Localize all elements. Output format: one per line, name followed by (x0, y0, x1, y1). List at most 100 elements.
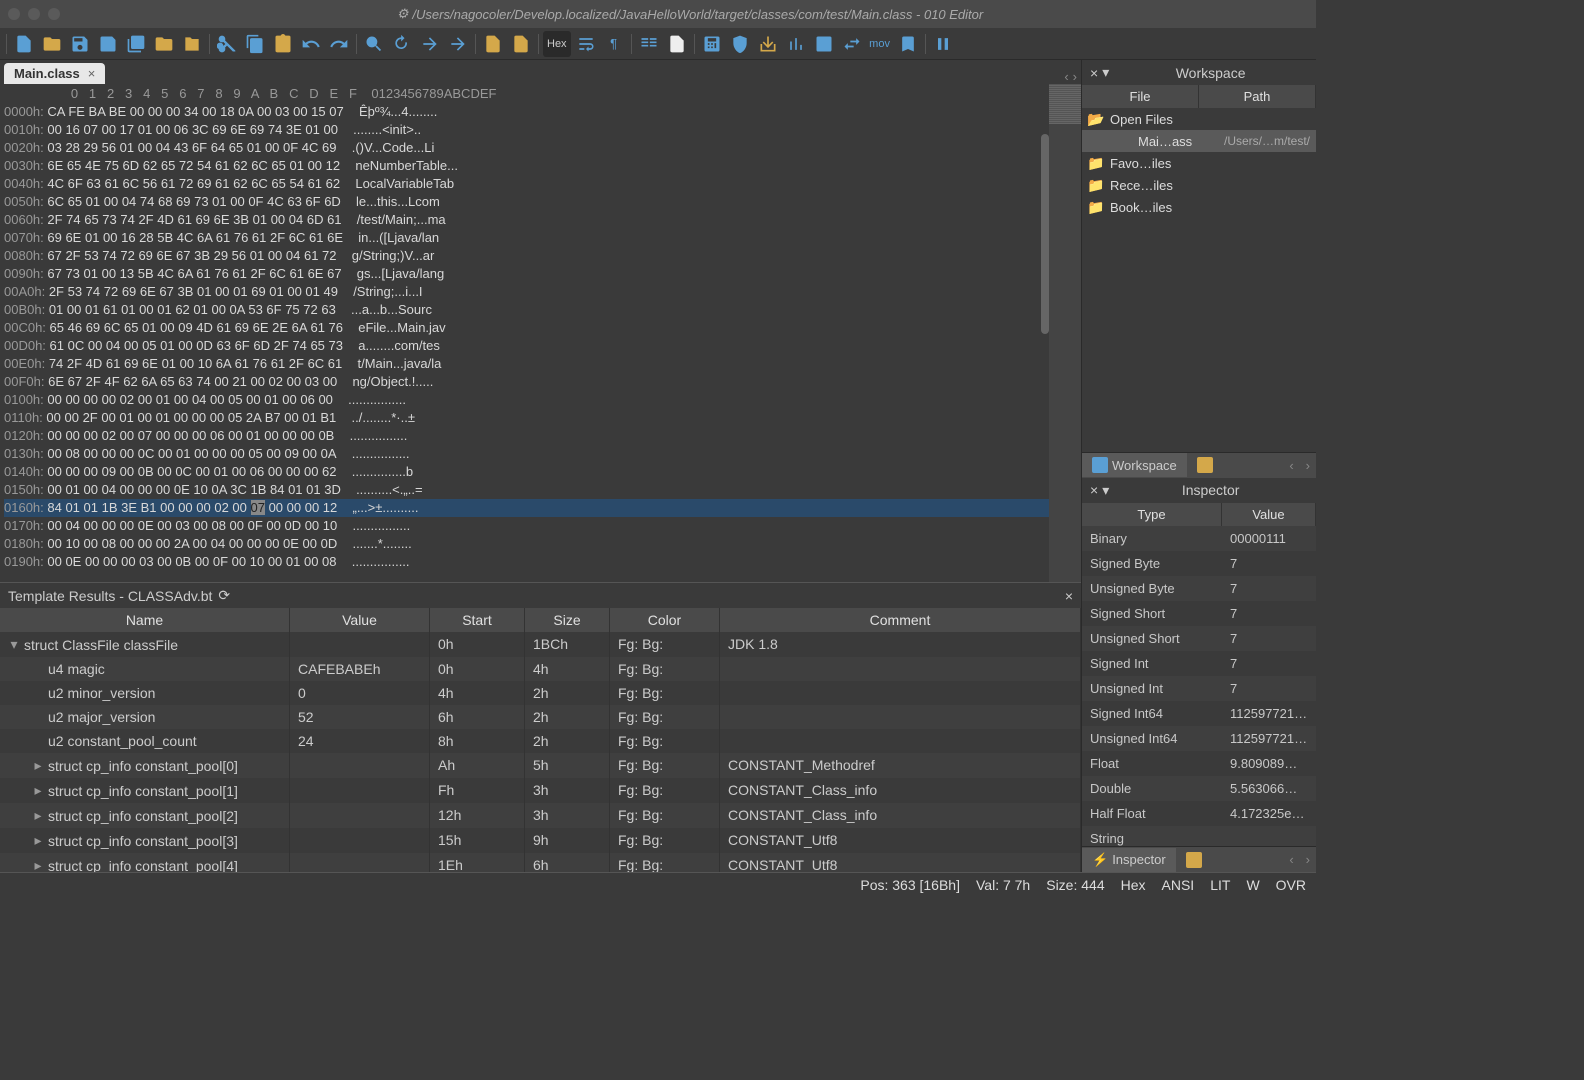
status-size[interactable]: Size: 444 (1046, 877, 1104, 893)
tree-toggle[interactable]: ▸ (32, 857, 44, 872)
hex-row[interactable]: 00D0h: 61 0C 00 04 00 05 01 00 0D 63 6F … (4, 337, 1077, 355)
hex-row[interactable]: 0090h: 67 73 01 00 13 5B 4C 6A 61 76 61 … (4, 265, 1077, 283)
hex-row[interactable]: 00A0h: 2F 53 74 72 69 6E 67 3B 01 00 01 … (4, 283, 1077, 301)
template-row[interactable]: u2 minor_version04h2hFg: Bg: (0, 681, 1081, 705)
redo-button[interactable] (326, 31, 352, 57)
hex-row[interactable]: 0030h: 6E 65 4E 75 6D 62 65 72 54 61 62 … (4, 157, 1077, 175)
goto-next-button[interactable] (445, 31, 471, 57)
inspector-row[interactable]: String (1082, 826, 1316, 847)
hex-row[interactable]: 0080h: 67 2F 53 74 72 69 6E 67 3B 29 56 … (4, 247, 1077, 265)
tree-toggle[interactable]: ▸ (32, 832, 44, 849)
workspace-item[interactable]: 📁Favo…iles (1082, 152, 1316, 174)
close-file-button[interactable] (179, 31, 205, 57)
hex-row[interactable]: 0020h: 03 28 29 56 01 00 04 43 6F 64 65 … (4, 139, 1077, 157)
insp-tabs-next[interactable]: › (1300, 852, 1316, 867)
inspector-row[interactable]: Signed Int64112597721… (1082, 701, 1316, 726)
hex-row[interactable]: 0060h: 2F 74 65 73 74 2F 4D 61 69 6E 3B … (4, 211, 1077, 229)
insp-col-type[interactable]: Type (1082, 503, 1222, 526)
template-row[interactable]: ▸struct cp_info constant_pool[1]Fh3hFg: … (0, 778, 1081, 803)
inspector-row[interactable]: Signed Byte7 (1082, 551, 1316, 576)
hex-row[interactable]: 00F0h: 6E 67 2F 4F 62 6A 65 63 74 00 21 … (4, 373, 1077, 391)
col-name[interactable]: Name (0, 608, 290, 632)
workspace-close-icon[interactable]: × (1086, 65, 1102, 81)
hex-row[interactable]: 0100h: 00 00 00 00 02 00 01 00 04 00 05 … (4, 391, 1077, 409)
export-button[interactable] (755, 31, 781, 57)
panel-tabs-prev[interactable]: ‹ (1283, 458, 1299, 473)
hex-row[interactable]: 0180h: 00 10 00 08 00 00 00 2A 00 04 00 … (4, 535, 1077, 553)
inspector-tab[interactable]: ⚡ Inspector (1082, 848, 1176, 872)
inspector-row[interactable]: Signed Short7 (1082, 601, 1316, 626)
hex-row[interactable]: 0050h: 6C 65 01 00 04 74 68 69 73 01 00 … (4, 193, 1077, 211)
status-val[interactable]: Val: 7 7h (976, 877, 1030, 893)
pause-button[interactable] (930, 31, 956, 57)
save-button[interactable] (67, 31, 93, 57)
workspace-item[interactable]: 📂Open Files (1082, 108, 1316, 130)
hex-row[interactable]: 0140h: 00 00 00 09 00 0B 00 0C 00 01 00 … (4, 463, 1077, 481)
insp-col-value[interactable]: Value (1222, 503, 1316, 526)
hex-row[interactable]: 0170h: 00 04 00 00 00 0E 00 03 00 08 00 … (4, 517, 1077, 535)
tab-close-icon[interactable]: × (88, 66, 96, 81)
inspector-close-icon[interactable]: × (1086, 482, 1102, 498)
open-file-button[interactable] (39, 31, 65, 57)
ws-col-file[interactable]: File (1082, 85, 1199, 108)
inspector-row[interactable]: Unsigned Int7 (1082, 676, 1316, 701)
tree-toggle[interactable]: ▸ (32, 757, 44, 774)
hex-row[interactable]: 0190h: 00 0E 00 00 00 03 00 0B 00 0F 00 … (4, 553, 1077, 571)
hex-row[interactable]: 0040h: 4C 6F 63 61 6C 56 61 72 69 61 62 … (4, 175, 1077, 193)
variables-tab[interactable] (1176, 848, 1212, 872)
tree-toggle[interactable]: ▸ (32, 782, 44, 799)
inspector-row[interactable]: Float9.809089… (1082, 751, 1316, 776)
status-ovr[interactable]: OVR (1276, 877, 1306, 893)
inspector-row[interactable]: Binary00000111 (1082, 526, 1316, 551)
col-color[interactable]: Color (610, 608, 720, 632)
inspector-row[interactable]: Signed Int7 (1082, 651, 1316, 676)
hex-row[interactable]: 0150h: 00 01 00 04 00 00 00 0E 10 0A 3C … (4, 481, 1077, 499)
goto-button[interactable] (417, 31, 443, 57)
template-row[interactable]: u2 constant_pool_count248h2hFg: Bg: (0, 729, 1081, 753)
save-as-button[interactable] (95, 31, 121, 57)
template-refresh-icon[interactable]: ⟳ (218, 587, 230, 604)
minimize-window-button[interactable] (28, 8, 40, 20)
hex-row[interactable]: 0070h: 69 6E 01 00 16 28 5B 4C 6A 61 76 … (4, 229, 1077, 247)
template-row[interactable]: ▸struct cp_info constant_pool[4]1Eh6hFg:… (0, 853, 1081, 872)
hex-row[interactable]: 0110h: 00 00 2F 00 01 00 01 00 00 00 05 … (4, 409, 1077, 427)
template-row[interactable]: ▸struct cp_info constant_pool[3]15h9hFg:… (0, 828, 1081, 853)
inspector-row[interactable]: Double5.563066… (1082, 776, 1316, 801)
status-ansi[interactable]: ANSI (1162, 877, 1195, 893)
workspace-item[interactable]: 📁Rece…iles (1082, 174, 1316, 196)
copy-button[interactable] (242, 31, 268, 57)
workspace-tree[interactable]: 📂Open FilesMai…ass/Users/…m/test/📁Favo…i… (1082, 108, 1316, 452)
replace-button[interactable] (389, 31, 415, 57)
hex-row[interactable]: 0160h: 84 01 01 1B 3E B1 00 00 00 02 00 … (4, 499, 1077, 517)
hex-row[interactable]: 0120h: 00 00 00 02 00 07 00 00 00 06 00 … (4, 427, 1077, 445)
histogram-button[interactable] (783, 31, 809, 57)
checksum-button[interactable] (727, 31, 753, 57)
insp-tabs-prev[interactable]: ‹ (1283, 852, 1299, 867)
open-folder-button[interactable] (151, 31, 177, 57)
bookmark-button[interactable] (895, 31, 921, 57)
inspector-row[interactable]: Unsigned Short7 (1082, 626, 1316, 651)
inspector-row[interactable]: Half Float4.172325e… (1082, 801, 1316, 826)
status-pos[interactable]: Pos: 363 [16Bh] (860, 877, 960, 893)
col-size[interactable]: Size (525, 608, 610, 632)
explorer-tab[interactable] (1187, 453, 1223, 477)
col-comment[interactable]: Comment (720, 608, 1081, 632)
hex-row[interactable]: 0130h: 00 08 00 00 00 0C 00 01 00 00 00 … (4, 445, 1077, 463)
calculator-button[interactable] (699, 31, 725, 57)
inspector-dropdown-icon[interactable]: ▾ (1102, 482, 1109, 499)
inspector-row[interactable]: Unsigned Byte7 (1082, 576, 1316, 601)
tab-prev-button[interactable]: ‹ (1064, 69, 1068, 84)
panel-tabs-next[interactable]: › (1300, 458, 1316, 473)
hex-row[interactable]: 00B0h: 01 00 01 61 01 00 01 62 01 00 0A … (4, 301, 1077, 319)
hex-editor[interactable]: 0 1 2 3 4 5 6 7 8 9 A B C D E F 01234567… (0, 84, 1081, 582)
template-row[interactable]: ▾struct ClassFile classFile0h1BChFg: Bg:… (0, 632, 1081, 657)
template-row[interactable]: u4 magicCAFEBABEh0h4hFg: Bg: (0, 657, 1081, 681)
workspace-item[interactable]: 📁Book…iles (1082, 196, 1316, 218)
workspace-dropdown-icon[interactable]: ▾ (1102, 64, 1109, 81)
swap-button[interactable] (839, 31, 865, 57)
disassembly-button[interactable]: mov (867, 31, 893, 57)
scrollbar-thumb[interactable] (1041, 134, 1049, 334)
template-close-icon[interactable]: × (1065, 588, 1073, 604)
inspector-row[interactable]: Unsigned Int64112597721… (1082, 726, 1316, 751)
status-w[interactable]: W (1246, 877, 1259, 893)
